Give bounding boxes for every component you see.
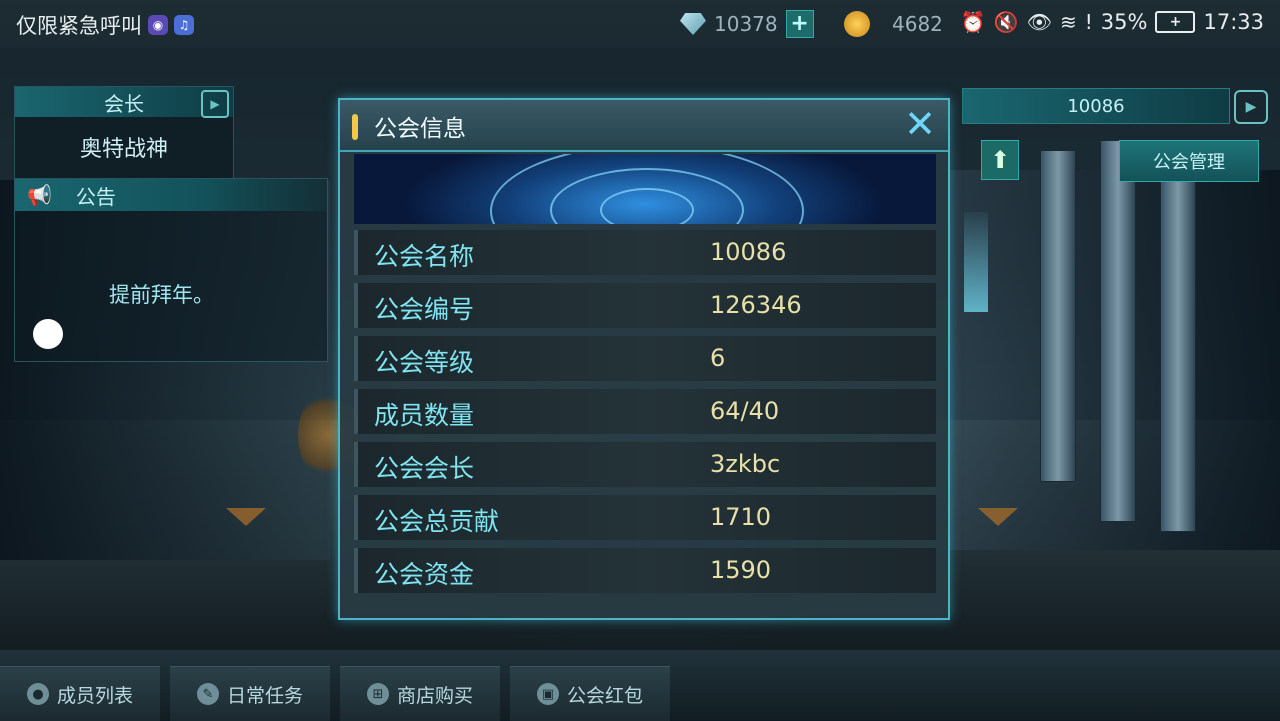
tab-label: 公会红包 xyxy=(566,684,643,707)
scene-pillar xyxy=(1100,140,1136,522)
app-notification-icon: ◉ xyxy=(148,15,168,35)
guild-manage-label: 公会管理 xyxy=(1153,152,1225,173)
right-switch-icon[interactable]: ▶ xyxy=(1234,90,1268,124)
coin-icon xyxy=(844,11,870,37)
leader-panel: 会长 ▶ 奥特战神 xyxy=(14,86,234,180)
info-label: 公会资金 xyxy=(374,560,475,589)
emergency-call-text: 仅限紧急呼叫 xyxy=(16,14,142,38)
info-label: 公会等级 xyxy=(374,348,475,377)
info-label: 成员数量 xyxy=(374,401,475,430)
tab-red-packet[interactable]: ▣ 公会红包 xyxy=(510,666,670,721)
cart-icon: ⊞ xyxy=(366,683,389,705)
info-label: 公会总贡献 xyxy=(374,507,500,536)
add-gems-button[interactable]: + xyxy=(785,10,814,38)
tab-member-list[interactable]: ● 成员列表 xyxy=(0,666,160,721)
scene-pillar xyxy=(1040,150,1076,482)
info-value: 1590 xyxy=(710,556,772,584)
guild-info-rows: 公会名称 10086 公会编号 126346 公会等级 6 成员数量 64/40… xyxy=(354,230,936,601)
leader-panel-title: 会长 xyxy=(104,91,144,116)
switch-icon[interactable]: ▶ xyxy=(201,90,229,118)
guild-name: 10086 xyxy=(1067,95,1125,117)
notice-panel: 📢 公告 提前拜年。 xyxy=(14,178,328,362)
scene-floor-arrow xyxy=(226,508,266,526)
scene-light-beam xyxy=(964,212,988,312)
wifi-icon: ≋ xyxy=(1059,10,1077,34)
info-value: 1710 xyxy=(710,503,772,531)
dialog-title-bar: 公会信息 ✕ xyxy=(340,100,948,152)
clock: 17:33 xyxy=(1203,10,1264,34)
user-icon: ● xyxy=(26,683,49,705)
system-status: ⏰ 🔇 👁 ≋ ! 35% + 17:33 xyxy=(961,10,1264,34)
close-button[interactable]: ✕ xyxy=(898,104,942,144)
info-row-guild-id: 公会编号 126346 xyxy=(354,283,936,328)
info-label: 公会名称 xyxy=(374,242,475,271)
mute-icon: 🔇 xyxy=(993,10,1019,34)
info-row-total-contribution: 公会总贡献 1710 xyxy=(354,495,936,540)
status-bar: 仅限紧急呼叫 ◉ ♫ 10378 + 4682 ⏰ 🔇 👁 ≋ ! 35% + … xyxy=(0,0,1280,48)
leader-name: 奥特战神 xyxy=(79,137,168,162)
info-row-guild-funds: 公会资金 1590 xyxy=(354,548,936,593)
eye-icon: 👁 xyxy=(1026,10,1052,34)
guild-manage-button[interactable]: 公会管理 xyxy=(1119,140,1259,182)
alarm-icon: ⏰ xyxy=(960,10,986,34)
notice-header: 📢 公告 xyxy=(15,179,327,211)
info-label: 公会编号 xyxy=(374,295,475,324)
gem-counter: 10378 + xyxy=(680,10,814,38)
battery-percent: 35% xyxy=(1100,10,1148,34)
guild-info-dialog: 公会信息 ✕ 公会名称 10086 公会编号 126346 公会等级 6 成员数… xyxy=(338,98,950,620)
coin-counter: 4682 xyxy=(844,10,943,38)
leader-panel-header: 会长 ▶ xyxy=(15,87,233,118)
info-row-member-count: 成员数量 64/40 xyxy=(354,389,936,434)
coin-count: 4682 xyxy=(892,12,943,36)
info-value: 10086 xyxy=(710,238,787,266)
task-edit-icon: ✎ xyxy=(196,683,219,705)
title-accent-mark xyxy=(352,114,358,140)
gem-icon xyxy=(680,13,706,35)
info-value: 126346 xyxy=(710,291,802,319)
alert-icon: ! xyxy=(1084,10,1093,34)
info-row-guild-level: 公会等级 6 xyxy=(354,336,936,381)
guild-name-bar: 10086 xyxy=(962,88,1230,124)
info-value: 6 xyxy=(710,344,726,372)
info-value: 64/40 xyxy=(710,397,780,425)
banner-ring xyxy=(600,188,694,224)
notice-text: 提前拜年。 xyxy=(109,283,214,307)
red-packet-icon: ▣ xyxy=(536,683,559,705)
scene-floor-arrow xyxy=(978,508,1018,526)
floating-assist-button[interactable] xyxy=(33,319,63,349)
info-row-guild-leader: 公会会长 3zkbc xyxy=(354,442,936,487)
info-value: 3zkbc xyxy=(710,450,781,478)
tab-label: 成员列表 xyxy=(56,684,133,707)
music-app-icon: ♫ xyxy=(174,15,194,35)
info-label: 公会会长 xyxy=(374,454,475,483)
gem-count: 10378 xyxy=(714,12,778,36)
guild-banner-image xyxy=(354,154,936,224)
tab-shop[interactable]: ⊞ 商店购买 xyxy=(340,666,500,721)
tab-label: 日常任务 xyxy=(226,684,303,707)
scene-pillar xyxy=(1160,170,1196,532)
battery-icon: + xyxy=(1155,11,1196,33)
dialog-title: 公会信息 xyxy=(374,116,466,142)
notice-title: 公告 xyxy=(75,184,116,209)
info-row-guild-name: 公会名称 10086 xyxy=(354,230,936,275)
upgrade-arrow-button[interactable]: ⬆ xyxy=(981,140,1019,180)
megaphone-icon: 📢 xyxy=(27,183,52,207)
tab-label: 商店购买 xyxy=(396,684,473,707)
tab-daily-tasks[interactable]: ✎ 日常任务 xyxy=(170,666,330,721)
status-left: 仅限紧急呼叫 ◉ ♫ xyxy=(16,10,194,40)
